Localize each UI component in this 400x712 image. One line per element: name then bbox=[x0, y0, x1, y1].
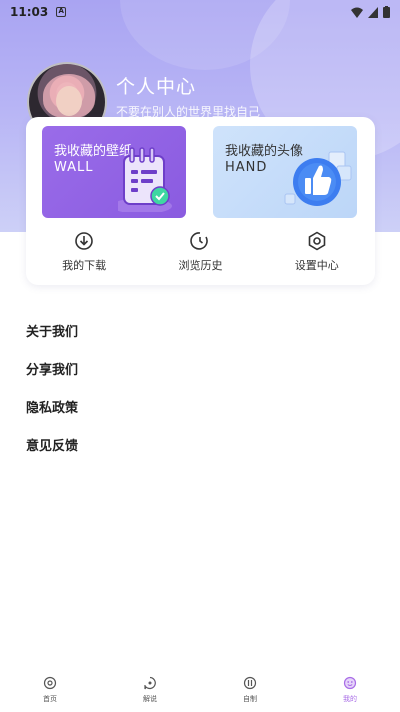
status-icons bbox=[351, 6, 390, 18]
avatar-favorites-tile[interactable]: 我收藏的头像 HAND bbox=[213, 126, 357, 218]
menu-item-share-us[interactable]: 分享我们 bbox=[26, 360, 376, 398]
profile-title: 个人中心 bbox=[116, 76, 197, 98]
settings-center-button[interactable]: 设置中心 bbox=[259, 227, 375, 277]
create-icon bbox=[243, 676, 257, 690]
tab-home-label: 首页 bbox=[43, 695, 57, 703]
wifi-icon bbox=[351, 7, 363, 18]
tab-mine-label: 我的 bbox=[343, 695, 357, 703]
quick-actions: 我的下载 浏览历史 设置中心 bbox=[26, 227, 375, 277]
menu-item-about-us[interactable]: 关于我们 bbox=[26, 322, 376, 360]
thumbs-up-icon bbox=[284, 151, 352, 206]
my-downloads-label: 我的下载 bbox=[62, 259, 107, 272]
status-time: 11:03 bbox=[10, 5, 49, 19]
menu-item-privacy-policy[interactable]: 隐私政策 bbox=[26, 398, 376, 436]
tab-create-label: 自制 bbox=[243, 695, 257, 703]
history-icon bbox=[190, 232, 209, 250]
wallpaper-tile-subtitle: WALL bbox=[54, 160, 94, 175]
explain-icon bbox=[144, 676, 156, 690]
battery-icon bbox=[383, 6, 390, 18]
home-icon bbox=[43, 676, 57, 690]
settings-center-label: 设置中心 bbox=[294, 259, 339, 272]
browse-history-button[interactable]: 浏览历史 bbox=[142, 227, 258, 277]
download-icon bbox=[75, 232, 93, 250]
settings-icon bbox=[308, 231, 326, 251]
avatar-tile-subtitle: HAND bbox=[225, 160, 268, 175]
tab-create[interactable]: 自制 bbox=[200, 668, 300, 712]
wallpaper-favorites-tile[interactable]: 我收藏的壁纸 WALL bbox=[42, 126, 186, 218]
status-bar: 11:03 A bbox=[0, 0, 400, 24]
tab-explain-label: 解说 bbox=[143, 695, 157, 703]
browse-history-label: 浏览历史 bbox=[178, 259, 223, 272]
tab-explain[interactable]: 解说 bbox=[100, 668, 200, 712]
notification-badge-icon: A bbox=[56, 7, 67, 17]
notepad-icon bbox=[118, 147, 172, 212]
menu-item-feedback[interactable]: 意见反馈 bbox=[26, 436, 376, 474]
bottom-tab-bar: 首页 解说 自制 我的 bbox=[0, 668, 400, 712]
signal-icon bbox=[368, 6, 378, 18]
my-downloads-button[interactable]: 我的下载 bbox=[26, 227, 142, 277]
tab-home[interactable]: 首页 bbox=[0, 668, 100, 712]
profile-icon bbox=[343, 676, 357, 690]
settings-menu: 关于我们 分享我们 隐私政策 意见反馈 bbox=[26, 322, 376, 474]
tab-mine[interactable]: 我的 bbox=[300, 668, 400, 712]
favorites-card: 我收藏的壁纸 WALL 我收藏的头像 HAND 我的下载 浏览历史 设置中心 bbox=[26, 117, 375, 285]
